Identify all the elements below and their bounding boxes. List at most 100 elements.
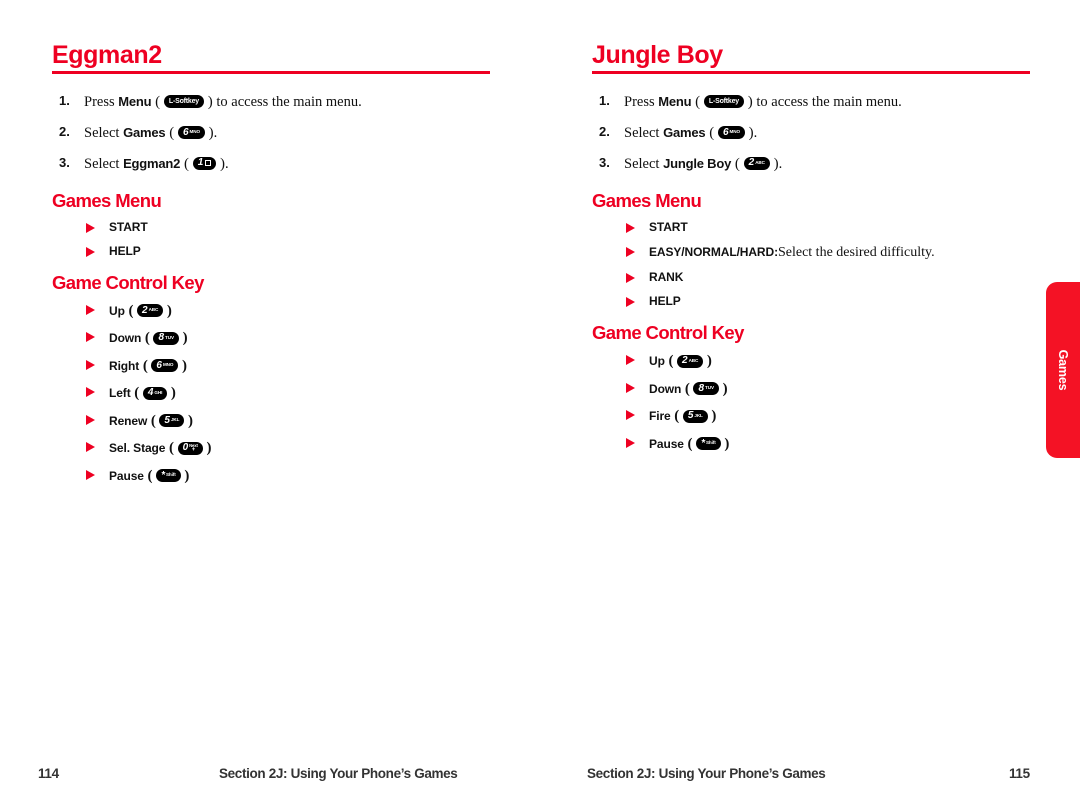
keypad-key-0: 0 Next + (177, 441, 203, 455)
keypad-key-4: 4 GHI (142, 386, 168, 400)
side-tab-games[interactable]: Games (1046, 282, 1080, 458)
triangle-bullet-icon (86, 414, 95, 425)
bullet-item: HELP (626, 295, 1032, 308)
bullet-item: EASY/NORMAL/HARD:Select the desired diff… (626, 245, 1032, 260)
triangle-bullet-icon (86, 359, 95, 370)
triangle-bullet-icon (86, 304, 95, 315)
paren-close: ) (163, 302, 172, 319)
left-page-column: Eggman2 1. Press Menu ( L-Softkey ) to ac… (52, 42, 492, 495)
side-tab-label: Games (1056, 349, 1070, 391)
steps-list-right: 1. Press Menu ( L-Softkey ) to access the… (592, 92, 1032, 175)
bullet-item: Down ( 8 TUV ) (86, 330, 492, 347)
paren-open: ( (705, 125, 718, 141)
bullet-label: HELP (649, 294, 681, 309)
manual-page-spread: Eggman2 1. Press Menu ( L-Softkey ) to ac… (0, 0, 1080, 810)
title-rule-left (52, 71, 490, 75)
keypad-key-6: 6 MNO (177, 126, 205, 140)
keypad-key-8: 8 TUV (153, 331, 179, 345)
keypad-key-8: 8 TUV (693, 382, 719, 396)
page-title-right: Jungle Boy (592, 41, 723, 69)
bullet-label: START (109, 219, 148, 234)
section-heading: Games Menu (52, 189, 162, 211)
paren-open: ( (165, 440, 178, 457)
triangle-bullet-icon (86, 442, 95, 453)
footer-page-number-left: 114 (38, 766, 59, 781)
step-number: 3. (599, 154, 610, 170)
paren-close: ) (707, 408, 717, 425)
bullet-label: Pause (649, 436, 684, 451)
bullet-label: RANK (649, 270, 684, 285)
section-heading: Games Menu (592, 189, 702, 211)
paren-open: ( (664, 353, 677, 370)
paren-close: ) (720, 435, 730, 452)
bullet-label: Pause (109, 468, 144, 483)
triangle-bullet-icon (626, 297, 635, 308)
keypad-key-softkey: L-Softkey (703, 95, 744, 109)
paren-close: ) (216, 155, 225, 172)
triangle-bullet-icon (626, 222, 635, 233)
keypad-key-softkey: L-Softkey (163, 95, 204, 109)
paren-close: ) (744, 94, 753, 111)
section-heading: Game Control Key (592, 322, 744, 344)
bullet-item: START (626, 220, 1032, 234)
bullet-label: EASY/NORMAL/HARD: (649, 244, 778, 259)
bullet-item: Left ( 4 GHI ) (86, 385, 492, 402)
bullet-label: Right (109, 358, 140, 373)
step-number: 1. (59, 93, 70, 109)
triangle-bullet-icon (86, 387, 95, 398)
keypad-key-6: 6 MNO (151, 359, 179, 373)
triangle-bullet-icon (86, 332, 95, 343)
bullet-label: Up (649, 354, 665, 369)
step-text-tail: . (753, 125, 758, 141)
step-keyword: Games (663, 125, 706, 140)
keypad-key-2: 2 ABC (137, 304, 164, 318)
bullet-list: START HELP (86, 219, 492, 258)
step-text-tail: to access the main menu. (752, 94, 902, 111)
sections-right: Games Menu START EASY/NORMAL/HARD:Select t… (592, 190, 1032, 453)
paren-close: ) (204, 94, 213, 111)
step-item: 1. Press Menu ( L-Softkey ) to access the… (592, 92, 1032, 114)
step-keyword: Menu (658, 94, 692, 110)
bullet-item: Fire ( 5 JKL ) (626, 408, 1032, 425)
bullet-label: HELP (109, 243, 141, 258)
page-title-left: Eggman2 (52, 41, 162, 69)
step-number: 2. (599, 124, 610, 139)
triangle-bullet-icon (86, 469, 95, 480)
bullet-item: Sel. Stage ( 0 Next + ) (86, 440, 492, 457)
triangle-bullet-icon (626, 437, 635, 448)
paren-open: ( (180, 155, 193, 172)
bullet-list: Up ( 2 ABC ) Down ( 8 TUV ) Fire ( 5 JKL ) Pau… (626, 353, 1032, 452)
step-number: 3. (59, 154, 70, 170)
bullet-label: Down (109, 331, 142, 346)
paren-open: ( (731, 155, 744, 172)
bullet-label: Left (109, 386, 131, 401)
bullet-label: Up (109, 303, 125, 318)
paren-open: ( (124, 302, 137, 319)
right-page-column: Jungle Boy 1. Press Menu ( L-Softkey ) to… (592, 42, 1032, 463)
bullet-item: Pause ( * Shift ) (626, 436, 1032, 453)
steps-list-left: 1. Press Menu ( L-Softkey ) to access the… (52, 92, 492, 175)
step-keyword: Menu (118, 94, 152, 110)
bullet-item: Down ( 8 TUV ) (626, 381, 1032, 398)
step-item: 2. Select Games ( 6 MNO ). (52, 123, 492, 145)
paren-close: ) (184, 412, 193, 429)
paren-close: ) (204, 125, 214, 141)
step-keyword: Jungle Boy (663, 155, 732, 171)
step-keyword: Eggman2 (123, 155, 181, 171)
triangle-bullet-icon (86, 246, 95, 257)
keypad-key-2: 2 ABC (743, 156, 770, 170)
paren-close: ) (744, 125, 754, 141)
triangle-bullet-icon (86, 222, 95, 233)
paren-close: ) (167, 385, 176, 402)
keypad-key-*: * Shift (156, 469, 181, 483)
bullet-list: START EASY/NORMAL/HARD:Select the desired… (626, 220, 1032, 309)
page-footer: 114 Section 2J: Using Your Phone’s Games… (0, 766, 1080, 786)
footer-page-number-right: 115 (1009, 766, 1030, 781)
step-text-tail: . (778, 155, 783, 172)
paren-close: ) (178, 357, 187, 374)
bullet-item: Pause ( * Shift ) (86, 468, 492, 485)
bullet-label: Sel. Stage (109, 441, 166, 456)
paren-open: ( (691, 94, 704, 111)
bullet-item: START (86, 219, 492, 234)
step-text: Select (84, 125, 124, 141)
